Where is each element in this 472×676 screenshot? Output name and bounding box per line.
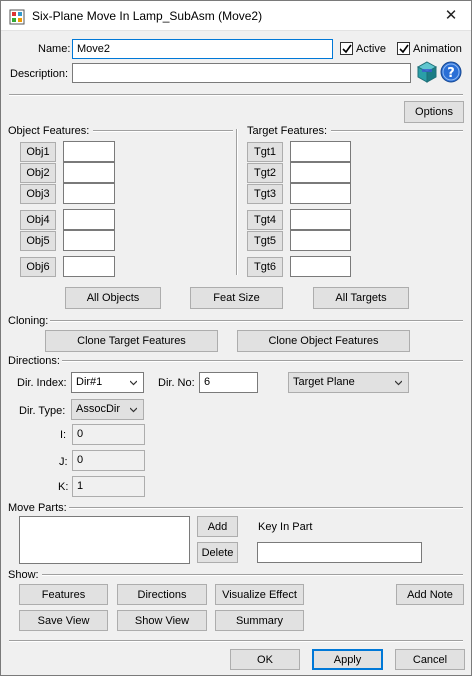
j-value-field: 0 [72, 450, 145, 471]
tgt2-button[interactable]: Tgt2 [247, 163, 283, 183]
key-in-part-input[interactable] [257, 542, 422, 563]
i-value-field: 0 [72, 424, 145, 445]
tgt4-button[interactable]: Tgt4 [247, 210, 283, 230]
separator [9, 94, 463, 96]
separator [69, 507, 463, 509]
plane-value: Target Plane [293, 376, 355, 388]
apply-button[interactable]: Apply [312, 649, 383, 670]
target-features-label: Target Features: [247, 125, 328, 137]
tgt3-button[interactable]: Tgt3 [247, 184, 283, 204]
obj2-field[interactable] [63, 162, 115, 183]
dir-no-label: Dir. No: [158, 377, 195, 389]
options-button[interactable]: Options [404, 101, 464, 123]
active-checkbox[interactable] [340, 42, 353, 55]
animation-label: Animation [413, 43, 462, 55]
add-part-button[interactable]: Add [197, 516, 238, 537]
directions-label: Directions: [8, 355, 60, 367]
add-note-button[interactable]: Add Note [396, 584, 464, 605]
tgt2-field[interactable] [290, 162, 351, 183]
k-value-field: 1 [72, 476, 145, 497]
i-label: I: [60, 429, 67, 441]
clone-target-features-button[interactable]: Clone Target Features [45, 330, 218, 352]
tgt6-button[interactable]: Tgt6 [247, 257, 283, 277]
dir-no-input[interactable]: 6 [199, 372, 258, 393]
move-parts-list[interactable] [19, 516, 190, 564]
all-objects-button[interactable]: All Objects [65, 287, 161, 309]
dir-index-select[interactable]: Dir#1 [71, 372, 144, 393]
window-title: Six-Plane Move In Lamp_SubAsm (Move2) [32, 9, 263, 23]
cancel-button[interactable]: Cancel [395, 649, 465, 670]
tgt1-field[interactable] [290, 141, 351, 162]
help-icon[interactable]: ? [440, 61, 462, 83]
summary-button[interactable]: Summary [215, 610, 304, 631]
feat-size-button[interactable]: Feat Size [190, 287, 283, 309]
obj1-field[interactable] [63, 141, 115, 162]
obj1-button[interactable]: Obj1 [20, 142, 56, 162]
obj5-button[interactable]: Obj5 [20, 231, 56, 251]
all-targets-button[interactable]: All Targets [313, 287, 409, 309]
name-label: Name: [38, 43, 71, 55]
show-label: Show: [8, 569, 39, 581]
obj3-button[interactable]: Obj3 [20, 184, 56, 204]
animation-checkbox[interactable] [397, 42, 410, 55]
obj2-button[interactable]: Obj2 [20, 163, 56, 183]
k-label: K: [58, 481, 69, 493]
active-label: Active [356, 43, 386, 55]
dir-type-value: AssocDir [76, 403, 121, 415]
obj6-button[interactable]: Obj6 [20, 257, 56, 277]
obj4-button[interactable]: Obj4 [20, 210, 56, 230]
app-icon [9, 9, 25, 25]
j-label: J: [59, 456, 68, 468]
show-directions-button[interactable]: Directions [117, 584, 207, 605]
separator [62, 360, 463, 362]
description-input[interactable] [72, 63, 411, 83]
separator [50, 320, 463, 322]
key-in-part-label: Key In Part [258, 521, 313, 533]
obj4-field[interactable] [63, 209, 115, 230]
tgt5-field[interactable] [290, 230, 351, 251]
dir-type-select[interactable]: AssocDir [71, 399, 144, 420]
separator [42, 574, 463, 576]
ok-button[interactable]: OK [230, 649, 300, 670]
obj3-field[interactable] [63, 183, 115, 204]
description-label: Description: [10, 68, 69, 80]
separator [93, 130, 233, 132]
checkmark-icon [399, 44, 409, 54]
clone-object-features-button[interactable]: Clone Object Features [237, 330, 410, 352]
plane-select[interactable]: Target Plane [288, 372, 409, 393]
dialog-window: Six-Plane Move In Lamp_SubAsm (Move2) ✕ … [0, 0, 472, 676]
show-features-button[interactable]: Features [19, 584, 108, 605]
dir-index-value: Dir#1 [76, 376, 103, 388]
dir-type-label: Dir. Type: [19, 405, 66, 417]
delete-part-button[interactable]: Delete [197, 542, 238, 563]
dir-index-label: Dir. Index: [17, 377, 67, 389]
close-icon[interactable]: ✕ [437, 5, 465, 27]
tgt3-field[interactable] [290, 183, 351, 204]
obj6-field[interactable] [63, 256, 115, 277]
chevron-down-icon [130, 380, 137, 386]
checkmark-icon [342, 44, 352, 54]
save-view-button[interactable]: Save View [19, 610, 108, 631]
object-features-label: Object Features: [8, 125, 90, 137]
tgt6-field[interactable] [290, 256, 351, 277]
cloning-label: Cloning: [8, 315, 49, 327]
chevron-down-icon [130, 407, 137, 413]
feature-cubes-icon[interactable] [416, 61, 438, 83]
separator [9, 640, 463, 642]
tgt1-button[interactable]: Tgt1 [247, 142, 283, 162]
title-bar[interactable]: Six-Plane Move In Lamp_SubAsm (Move2) ✕ [1, 1, 471, 31]
visualize-effect-button[interactable]: Visualize Effect [215, 584, 304, 605]
name-input[interactable]: Move2 [72, 39, 333, 59]
separator [236, 129, 238, 275]
tgt4-field[interactable] [290, 209, 351, 230]
obj5-field[interactable] [63, 230, 115, 251]
move-parts-label: Move Parts: [8, 502, 67, 514]
tgt5-button[interactable]: Tgt5 [247, 231, 283, 251]
show-view-button[interactable]: Show View [117, 610, 207, 631]
separator [331, 130, 463, 132]
svg-text:?: ? [447, 66, 455, 81]
chevron-down-icon [395, 380, 402, 386]
